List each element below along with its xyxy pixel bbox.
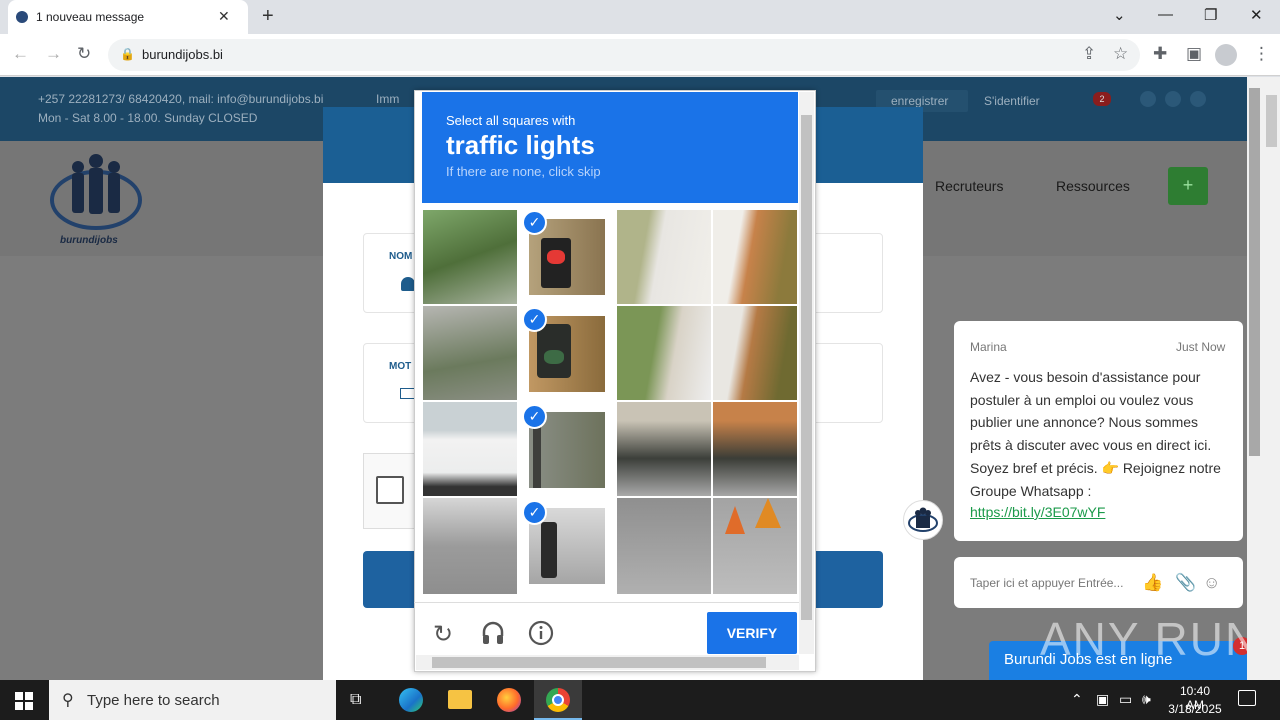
burundijobs-logo [50, 154, 142, 230]
captcha-tile[interactable] [616, 209, 712, 305]
captcha-tile[interactable] [712, 305, 798, 401]
selected-check-icon: ✓ [522, 404, 547, 429]
user-icon [401, 277, 415, 291]
chat-input-placeholder[interactable]: Taper ici et appuyer Entrée... [970, 576, 1123, 590]
forward-icon[interactable]: → [45, 44, 62, 64]
captcha-divider [414, 602, 799, 603]
minimize-button[interactable]: — [1158, 6, 1173, 23]
new-tab-button[interactable]: + [262, 5, 274, 28]
emoji-icon[interactable]: ☺ [1203, 573, 1220, 593]
recaptcha-checkbox[interactable] [376, 476, 404, 504]
back-icon[interactable]: ← [12, 44, 29, 64]
username-label: NOM [389, 251, 413, 262]
nav-resources[interactable]: Ressources [1056, 178, 1130, 194]
bookmark-star-icon[interactable]: ☆ [1113, 44, 1128, 64]
captcha-tile[interactable] [616, 401, 712, 497]
extensions-icon[interactable]: ✚ [1153, 44, 1167, 64]
volume-icon[interactable]: 🕪 [1142, 691, 1151, 708]
captcha-tile[interactable] [422, 401, 518, 497]
tray-device-icon[interactable]: ▣ [1096, 691, 1109, 708]
captcha-tile[interactable] [712, 497, 798, 595]
menu-icon[interactable]: ⋮ [1253, 44, 1270, 64]
profile-avatar[interactable] [1215, 44, 1237, 66]
chat-timestamp: Just Now [1176, 340, 1226, 354]
password-label: MOT [389, 361, 412, 372]
add-button[interactable]: + [1168, 167, 1208, 205]
notifications-icon[interactable] [1238, 690, 1256, 706]
selected-check-icon: ✓ [522, 500, 547, 525]
reload-icon[interactable]: ↻ [77, 44, 91, 64]
tab-close-icon[interactable]: ✕ [218, 8, 230, 25]
secondary-scrollbar-thumb[interactable] [1266, 95, 1277, 147]
audio-challenge-icon[interactable] [480, 620, 506, 646]
contact-info: +257 22281273/ 68420420, mail: info@buru… [38, 92, 324, 106]
captcha-hint: If there are none, click skip [446, 164, 601, 179]
url-text[interactable]: burundijobs.bi [142, 47, 223, 62]
windows-start-icon[interactable] [15, 692, 33, 710]
thumbs-up-icon[interactable]: 👍 [1142, 573, 1163, 593]
attach-icon[interactable]: 📎 [1175, 573, 1196, 593]
opening-hours: Mon - Sat 8.00 - 18.00. Sunday CLOSED [38, 111, 258, 125]
notification-badge: 2 [1093, 92, 1111, 106]
selected-check-icon: ✓ [522, 210, 547, 235]
edge-icon[interactable] [399, 688, 423, 712]
captcha-tile[interactable] [616, 305, 712, 401]
captcha-tile[interactable] [422, 305, 518, 401]
anyrun-watermark: ANY RUN [1040, 613, 1261, 665]
twitter-icon[interactable] [1165, 91, 1181, 107]
tray-chevron-icon[interactable]: ⌃ [1071, 691, 1083, 708]
chrome-icon [546, 688, 570, 712]
close-window-button[interactable]: ✕ [1250, 6, 1263, 24]
task-view-icon[interactable]: ⧉ [350, 691, 361, 709]
chat-agent-name: Marina [970, 340, 1007, 354]
info-icon[interactable] [528, 620, 554, 646]
logo-text: burundijobs [60, 235, 118, 246]
captcha-tile[interactable] [616, 497, 712, 595]
address-bar[interactable] [108, 39, 1140, 71]
captcha-tile[interactable] [422, 209, 518, 305]
captcha-tile[interactable] [422, 497, 518, 595]
page-scrollbar-thumb[interactable] [1249, 88, 1260, 456]
captcha-target: traffic lights [446, 130, 595, 160]
chat-message-text: Avez - vous besoin d'assistance pour pos… [970, 369, 1221, 499]
captcha-instruction: Select all squares with [446, 113, 576, 128]
tab-title: 1 nouveau message [36, 10, 145, 24]
share-icon[interactable]: ⇪ [1082, 44, 1096, 64]
location-text: Imm [376, 92, 400, 106]
selected-check-icon: ✓ [522, 307, 547, 332]
taskbar-date[interactable]: 3/18/2025 [1166, 702, 1224, 716]
login-link[interactable]: S'identifier [984, 94, 1040, 108]
google-icon[interactable] [1190, 91, 1206, 107]
lock-icon[interactable]: 🔒 [120, 47, 135, 61]
file-explorer-icon[interactable] [448, 690, 472, 709]
chat-agent-avatar [903, 500, 943, 540]
whatsapp-link[interactable]: https://bit.ly/3E07wYF [970, 504, 1105, 520]
tab-search-icon[interactable]: ⌄ [1113, 6, 1126, 24]
search-icon: ⚲ [62, 692, 74, 709]
nav-recruiters[interactable]: Recruteurs [935, 178, 1003, 194]
restore-button[interactable]: ❐ [1204, 6, 1217, 24]
facebook-icon[interactable] [1140, 91, 1156, 107]
favicon-icon [16, 11, 28, 23]
captcha-tile[interactable] [712, 401, 798, 497]
verify-button[interactable]: VERIFY [707, 612, 797, 654]
register-label: enregistrer [891, 94, 949, 108]
captcha-horizontal-thumb[interactable] [432, 657, 766, 668]
reload-challenge-icon[interactable]: ↻ [433, 620, 453, 649]
taskbar-search-placeholder[interactable]: Type here to search [87, 692, 220, 709]
side-panel-icon[interactable]: ▣ [1186, 44, 1202, 64]
captcha-tile[interactable] [712, 209, 798, 305]
firefox-icon[interactable] [497, 688, 521, 712]
captcha-vertical-thumb[interactable] [801, 115, 812, 620]
network-icon[interactable]: ▭ [1119, 691, 1132, 708]
